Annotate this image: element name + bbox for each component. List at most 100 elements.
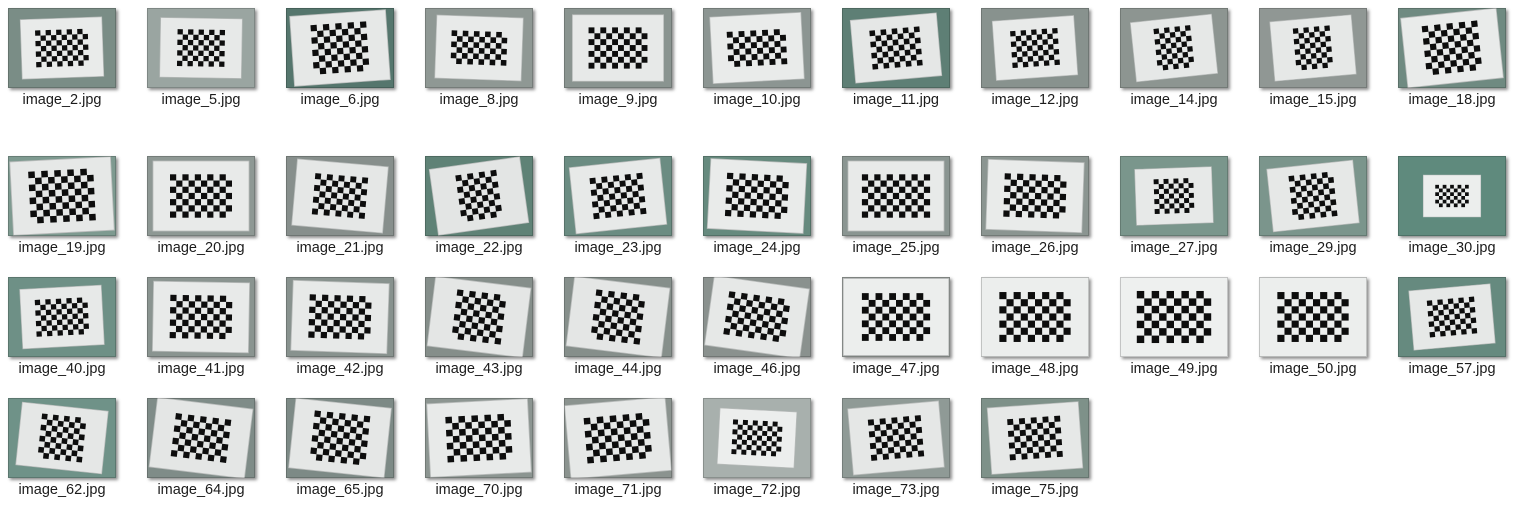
- file-item[interactable]: image_41.jpg: [139, 269, 278, 389]
- file-item[interactable]: image_20.jpg: [139, 148, 278, 268]
- file-item[interactable]: image_43.jpg: [417, 269, 556, 389]
- file-name-label: image_20.jpg: [157, 240, 245, 256]
- file-item[interactable]: image_8.jpg: [417, 0, 556, 120]
- thumbnail-image: [1259, 277, 1367, 357]
- file-item[interactable]: image_2.jpg: [0, 0, 139, 120]
- file-name-label: image_62.jpg: [18, 482, 106, 498]
- whiteboard: [1400, 8, 1504, 88]
- file-item[interactable]: image_19.jpg: [0, 148, 139, 268]
- file-item[interactable]: image_5.jpg: [139, 0, 278, 120]
- whiteboard: [1408, 283, 1496, 351]
- file-item[interactable]: image_42.jpg: [278, 269, 417, 389]
- file-item[interactable]: image_15.jpg: [1251, 0, 1390, 120]
- file-item[interactable]: image_44.jpg: [556, 269, 695, 389]
- checkerboard-thumbnail: [1120, 8, 1228, 88]
- checkerboard-thumbnail: [8, 277, 116, 357]
- file-item[interactable]: image_10.jpg: [695, 0, 834, 120]
- file-item[interactable]: image_14.jpg: [1112, 0, 1251, 120]
- thumbnail-image: [286, 8, 394, 88]
- file-item[interactable]: image_70.jpg: [417, 390, 556, 510]
- file-name-label: image_18.jpg: [1408, 92, 1496, 108]
- thumbnail-image: [1398, 277, 1506, 357]
- file-item[interactable]: image_27.jpg: [1112, 148, 1251, 268]
- file-name-label: image_10.jpg: [713, 92, 801, 108]
- thumbnail-image: [8, 277, 116, 357]
- thumbnail-image: [564, 156, 672, 236]
- checkerboard-thumbnail: [842, 277, 950, 357]
- file-item[interactable]: image_62.jpg: [0, 390, 139, 510]
- file-item[interactable]: image_50.jpg: [1251, 269, 1390, 389]
- checkerboard-thumbnail: [425, 277, 533, 357]
- thumbnail-image: [564, 277, 672, 357]
- file-item[interactable]: image_71.jpg: [556, 390, 695, 510]
- file-item[interactable]: image_9.jpg: [556, 0, 695, 120]
- checkerboard-thumbnail: [147, 398, 255, 478]
- thumbnail-image: [981, 277, 1089, 357]
- file-item[interactable]: image_12.jpg: [973, 0, 1112, 120]
- checkerboard-thumbnail: [981, 156, 1089, 236]
- file-item[interactable]: image_57.jpg: [1390, 269, 1515, 389]
- checkerboard-thumbnail: [147, 156, 255, 236]
- checkerboard-thumbnail: [147, 8, 255, 88]
- file-name-label: image_47.jpg: [852, 361, 940, 377]
- checkerboard-thumbnail: [1398, 277, 1506, 357]
- file-item[interactable]: image_73.jpg: [834, 390, 973, 510]
- file-item[interactable]: image_22.jpg: [417, 148, 556, 268]
- thumbnail-image: [842, 398, 950, 478]
- thumbnail-image: [1120, 8, 1228, 88]
- thumbnail-image: [8, 398, 116, 478]
- file-item[interactable]: image_49.jpg: [1112, 269, 1251, 389]
- file-item[interactable]: image_65.jpg: [278, 390, 417, 510]
- thumbnail-image: [1259, 8, 1367, 88]
- file-item[interactable]: image_48.jpg: [973, 269, 1112, 389]
- file-item[interactable]: image_6.jpg: [278, 0, 417, 120]
- file-item[interactable]: image_30.jpg: [1390, 148, 1515, 268]
- thumbnail-image: [1259, 156, 1367, 236]
- file-name-label: image_24.jpg: [713, 240, 801, 256]
- file-name-label: image_64.jpg: [157, 482, 245, 498]
- file-item[interactable]: image_25.jpg: [834, 148, 973, 268]
- file-item[interactable]: image_64.jpg: [139, 390, 278, 510]
- file-item[interactable]: image_24.jpg: [695, 148, 834, 268]
- file-item[interactable]: image_11.jpg: [834, 0, 973, 120]
- whiteboard: [148, 398, 254, 478]
- file-item[interactable]: image_47.jpg: [834, 269, 973, 389]
- whiteboard: [849, 12, 943, 84]
- file-name-label: image_43.jpg: [435, 361, 523, 377]
- file-name-label: image_2.jpg: [22, 92, 102, 108]
- checkerboard-thumbnail: [1259, 277, 1367, 357]
- thumbnail-grid: image_2.jpg image_5.jpg image_6.jpg image_8…: [0, 0, 1515, 515]
- thumbnail-image: [147, 156, 255, 236]
- whiteboard: [19, 16, 105, 80]
- thumbnail-image: [842, 156, 950, 236]
- file-name-label: image_22.jpg: [435, 240, 523, 256]
- file-item[interactable]: image_23.jpg: [556, 148, 695, 268]
- file-item[interactable]: image_21.jpg: [278, 148, 417, 268]
- file-item[interactable]: image_75.jpg: [973, 390, 1112, 510]
- file-item[interactable]: image_46.jpg: [695, 269, 834, 389]
- checkerboard-thumbnail: [286, 398, 394, 478]
- file-name-label: image_21.jpg: [296, 240, 384, 256]
- file-item[interactable]: image_18.jpg: [1390, 0, 1515, 120]
- file-item[interactable]: image_26.jpg: [973, 148, 1112, 268]
- file-item[interactable]: image_72.jpg: [695, 390, 834, 510]
- thumbnail-image: [1398, 156, 1506, 236]
- file-name-label: image_23.jpg: [574, 240, 662, 256]
- file-item[interactable]: image_40.jpg: [0, 269, 139, 389]
- checkerboard-thumbnail: [703, 398, 811, 478]
- file-name-label: image_73.jpg: [852, 482, 940, 498]
- thumbnail-image: [147, 8, 255, 88]
- file-name-label: image_25.jpg: [852, 240, 940, 256]
- file-item[interactable]: image_29.jpg: [1251, 148, 1390, 268]
- file-name-label: image_12.jpg: [991, 92, 1079, 108]
- checkerboard-thumbnail: [703, 156, 811, 236]
- file-name-label: image_42.jpg: [296, 361, 384, 377]
- thumbnail-image: [564, 8, 672, 88]
- checkerboard-thumbnail: [8, 398, 116, 478]
- thumbnail-image: [425, 156, 533, 236]
- whiteboard: [991, 15, 1079, 81]
- file-name-label: image_72.jpg: [713, 482, 801, 498]
- file-name-label: image_46.jpg: [713, 361, 801, 377]
- whiteboard: [986, 401, 1084, 475]
- file-name-label: image_29.jpg: [1269, 240, 1357, 256]
